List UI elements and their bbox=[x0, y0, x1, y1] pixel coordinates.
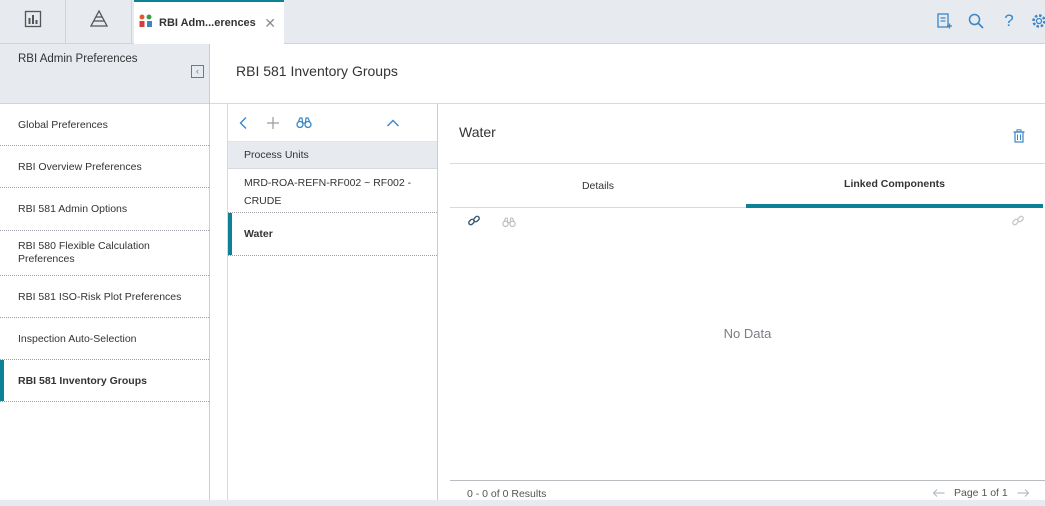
sidebar-item-label: RBI 581 Admin Options bbox=[18, 203, 128, 215]
find-icon[interactable] bbox=[502, 215, 516, 233]
asset-hierarchy-icon bbox=[89, 9, 109, 33]
sidebar-item-label: RBI 581 Inventory Groups bbox=[18, 374, 147, 387]
back-icon[interactable] bbox=[235, 114, 253, 132]
help-icon[interactable]: ? bbox=[998, 10, 1020, 32]
tab-label: Linked Components bbox=[844, 178, 945, 190]
results-count: 0 - 0 of 0 Results bbox=[467, 488, 547, 500]
sidebar-item-rbi-581-inventory-groups[interactable]: RBI 581 Inventory Groups bbox=[0, 360, 209, 402]
sidebar-item-rbi-overview-preferences[interactable]: RBI Overview Preferences bbox=[0, 146, 209, 188]
sidebar-title: RBI Admin Preferences bbox=[18, 53, 138, 65]
pagination: Page 1 of 1 bbox=[932, 487, 1030, 499]
next-page-icon[interactable] bbox=[1016, 488, 1030, 498]
rbi-preferences-icon bbox=[138, 13, 154, 34]
asset-hierarchy-tab[interactable] bbox=[66, 0, 132, 43]
sidebar: RBI Admin Preferences ‹ Global Preferenc… bbox=[0, 44, 210, 506]
divider bbox=[450, 480, 1045, 481]
dashboard-icon bbox=[24, 10, 42, 33]
list-item-water[interactable]: Water bbox=[228, 213, 437, 256]
unlink-icon[interactable] bbox=[1011, 214, 1025, 233]
collapse-sidebar-icon[interactable]: ‹ bbox=[191, 65, 204, 78]
list-group-header: Process Units bbox=[228, 142, 437, 169]
settings-icon[interactable] bbox=[1028, 10, 1045, 32]
list-item-mrd-roa-refn-rf002[interactable]: MRD-ROA-REFN-RF002 ~ RF002 - CRUDE bbox=[228, 169, 437, 213]
sidebar-header: RBI Admin Preferences ‹ bbox=[0, 44, 209, 104]
link-icon[interactable] bbox=[467, 214, 481, 233]
tab-rbi-admin-preferences[interactable]: RBI Adm...erences ✕ bbox=[134, 0, 284, 44]
page-title: RBI 581 Inventory Groups bbox=[236, 63, 398, 79]
dashboard-tab[interactable] bbox=[0, 0, 66, 43]
sidebar-item-inspection-auto-selection[interactable]: Inspection Auto-Selection bbox=[0, 318, 209, 360]
bottom-scroll-strip bbox=[0, 500, 1045, 506]
sidebar-item-global-preferences[interactable]: Global Preferences bbox=[0, 104, 209, 146]
checklist-icon[interactable] bbox=[933, 10, 955, 32]
list-item-label: MRD-ROA-REFN-RF002 ~ RF002 - CRUDE bbox=[244, 177, 412, 207]
page-indicator: Page 1 of 1 bbox=[954, 487, 1008, 499]
empty-state-message: No Data bbox=[723, 326, 772, 341]
tab-details[interactable]: Details bbox=[450, 164, 746, 208]
collapse-list-icon[interactable] bbox=[384, 114, 402, 132]
list-toolbar bbox=[228, 104, 437, 142]
previous-page-icon[interactable] bbox=[932, 488, 946, 498]
sidebar-item-label: RBI 581 ISO-Risk Plot Preferences bbox=[18, 290, 182, 303]
sidebar-item-label: RBI 580 Flexible Calculation Preferences bbox=[18, 240, 150, 265]
sidebar-item-label: RBI Overview Preferences bbox=[18, 160, 142, 173]
linked-components-toolbar bbox=[450, 208, 1045, 236]
list-item-label: Water bbox=[244, 228, 273, 240]
sidebar-item-rbi-580-flexible-calculation-preferences[interactable]: RBI 580 Flexible Calculation Preferences bbox=[0, 231, 209, 276]
tab-label: RBI Adm...erences bbox=[159, 17, 256, 29]
sidebar-item-rbi-581-admin-options[interactable]: RBI 581 Admin Options bbox=[0, 188, 209, 231]
find-icon[interactable] bbox=[295, 114, 313, 132]
add-icon[interactable] bbox=[264, 114, 282, 132]
tab-linked-components[interactable]: Linked Components bbox=[746, 164, 1043, 208]
close-tab-icon[interactable]: ✕ bbox=[264, 15, 276, 32]
top-bar: RBI Adm...erences ✕ ? bbox=[0, 0, 1045, 44]
tab-label: Details bbox=[581, 179, 615, 192]
sidebar-item-label: Inspection Auto-Selection bbox=[18, 332, 137, 345]
delete-icon[interactable] bbox=[1011, 128, 1027, 144]
sidebar-item-label: Global Preferences bbox=[18, 118, 108, 131]
sidebar-item-rbi-581-iso-risk-plot-preferences[interactable]: RBI 581 ISO-Risk Plot Preferences bbox=[0, 276, 209, 318]
detail-title: Water bbox=[459, 124, 496, 140]
inventory-group-list: Process Units MRD-ROA-REFN-RF002 ~ RF002… bbox=[227, 104, 438, 506]
search-icon[interactable] bbox=[965, 10, 987, 32]
